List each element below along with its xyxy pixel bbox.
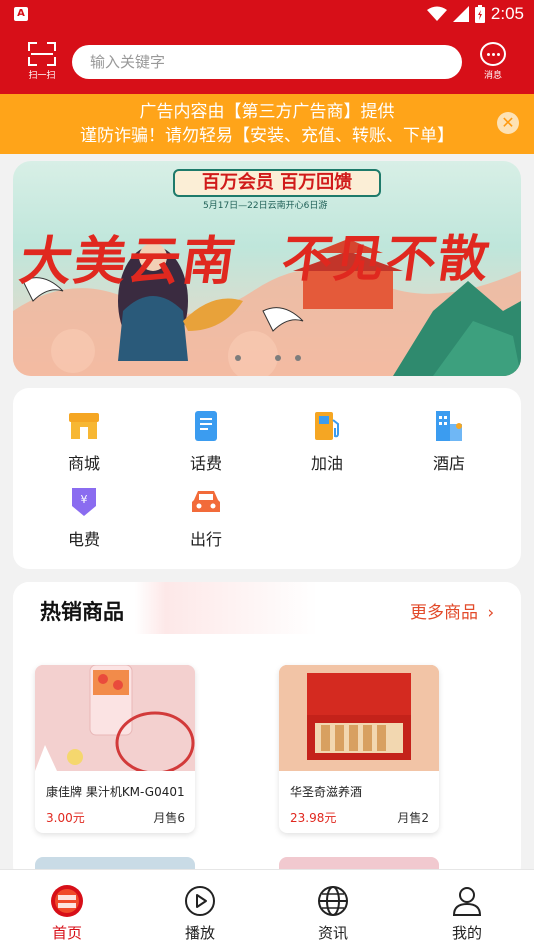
car-icon — [190, 486, 222, 518]
more-products-label: 更多商品 — [410, 603, 478, 623]
section-title: 热销商品 — [40, 600, 124, 624]
globe-icon — [316, 884, 350, 918]
banner-subline: 5月17日—22日云南开心6日游 — [203, 201, 328, 211]
product-card[interactable]: 华圣奇滋养酒 23.98元 月售2 — [279, 665, 439, 833]
service-label: 加油 — [310, 454, 343, 473]
service-label: 出行 — [189, 530, 222, 549]
chevron-right-icon: › — [487, 603, 495, 623]
hotel-icon — [433, 410, 465, 442]
tab-label: 资讯 — [317, 924, 348, 942]
chat-bubble-icon — [480, 42, 506, 66]
product-name: 康佳牌 果汁机KM-G0401 — [46, 785, 185, 799]
tab-label: 播放 — [184, 924, 215, 942]
product-image-wine — [279, 665, 439, 771]
notification-app-icon: A — [14, 7, 28, 21]
search-input[interactable]: 输入关键字 — [72, 45, 462, 79]
scan-label: 扫一扫 — [28, 71, 56, 81]
banner-slogan-right: 不见不散 — [278, 229, 495, 288]
hot-products-section: 热销商品 更多商品 › 康佳牌 果汁机KM-G0401 3.00元 月售6 华圣… — [13, 582, 521, 882]
service-electricity[interactable]: ¥ 电费 — [34, 486, 134, 550]
top-header: 扫一扫 输入关键字 消息 — [0, 30, 534, 94]
service-travel[interactable]: 出行 — [156, 486, 256, 550]
banner-slogan-left: 大美云南 — [16, 231, 241, 292]
message-label: 消息 — [483, 71, 502, 81]
svg-text:¥: ¥ — [81, 493, 88, 506]
product-image-juicer — [35, 665, 195, 771]
signal-icon — [452, 6, 469, 22]
carousel-dot[interactable] — [235, 355, 241, 361]
ad-disclaimer-banner: 广告内容由【第三方广告商】提供 谨防诈骗！请勿轻易【安装、充值、转账、下单】 ✕ — [0, 94, 534, 154]
home-logo-icon — [50, 884, 84, 918]
product-monthly-sales: 月售6 — [153, 811, 185, 825]
service-shop[interactable]: 商城 — [34, 410, 134, 474]
play-icon — [183, 884, 217, 918]
message-button[interactable]: 消息 — [476, 42, 510, 81]
service-label: 电费 — [67, 530, 100, 549]
banner-headline: 百万会员 百万回馈 — [173, 169, 381, 197]
carousel-dot[interactable] — [295, 355, 301, 361]
service-hotel[interactable]: 酒店 — [399, 410, 499, 474]
notice-line-2: 谨防诈骗！请勿轻易【安装、充值、转账、下单】 — [80, 126, 454, 146]
tab-home[interactable]: 首页 — [27, 884, 107, 943]
profile-icon — [450, 884, 484, 918]
shop-icon — [68, 410, 100, 442]
product-monthly-sales: 月售2 — [397, 811, 429, 825]
service-fuel[interactable]: 加油 — [277, 410, 377, 474]
scan-button[interactable]: 扫一扫 — [26, 42, 58, 81]
status-icons: 2:05 — [426, 4, 524, 24]
carousel-indicator — [235, 355, 301, 361]
battery-icon — [474, 5, 485, 23]
promo-carousel[interactable]: 百万会员 百万回馈 5月17日—22日云南开心6日游 大美云南 不见不散 — [13, 161, 521, 376]
product-card[interactable]: 康佳牌 果汁机KM-G0401 3.00元 月售6 — [35, 665, 195, 833]
tab-profile[interactable]: 我的 — [427, 884, 507, 943]
carousel-dot[interactable] — [275, 355, 281, 361]
bottom-tab-bar: 首页 播放 资讯 我的 — [0, 869, 534, 950]
fuel-icon — [311, 410, 343, 442]
service-label: 商城 — [67, 454, 100, 473]
tab-play[interactable]: 播放 — [160, 884, 240, 943]
more-products-link[interactable]: 更多商品 › — [410, 598, 494, 623]
phone-bill-icon — [190, 410, 222, 442]
service-label: 话费 — [189, 454, 222, 473]
close-icon[interactable]: ✕ — [497, 112, 519, 134]
service-label: 酒店 — [432, 454, 465, 473]
tab-news[interactable]: 资讯 — [293, 884, 373, 943]
tab-label: 我的 — [451, 924, 482, 942]
clock: 2:05 — [490, 4, 524, 23]
service-phone-bill[interactable]: 话费 — [156, 410, 256, 474]
wifi-icon — [426, 6, 447, 21]
tab-label: 首页 — [51, 924, 82, 942]
electricity-icon: ¥ — [68, 486, 100, 518]
service-grid: 商城 话费 加油 酒店 ¥ 电费 出行 — [13, 388, 521, 569]
product-price: 23.98元 — [290, 811, 337, 825]
product-price: 3.00元 — [46, 811, 85, 825]
scan-icon — [28, 42, 56, 66]
notice-line-1: 广告内容由【第三方广告商】提供 — [139, 102, 395, 122]
product-name: 华圣奇滋养酒 — [290, 785, 363, 799]
status-bar: A 2:05 — [0, 0, 534, 30]
